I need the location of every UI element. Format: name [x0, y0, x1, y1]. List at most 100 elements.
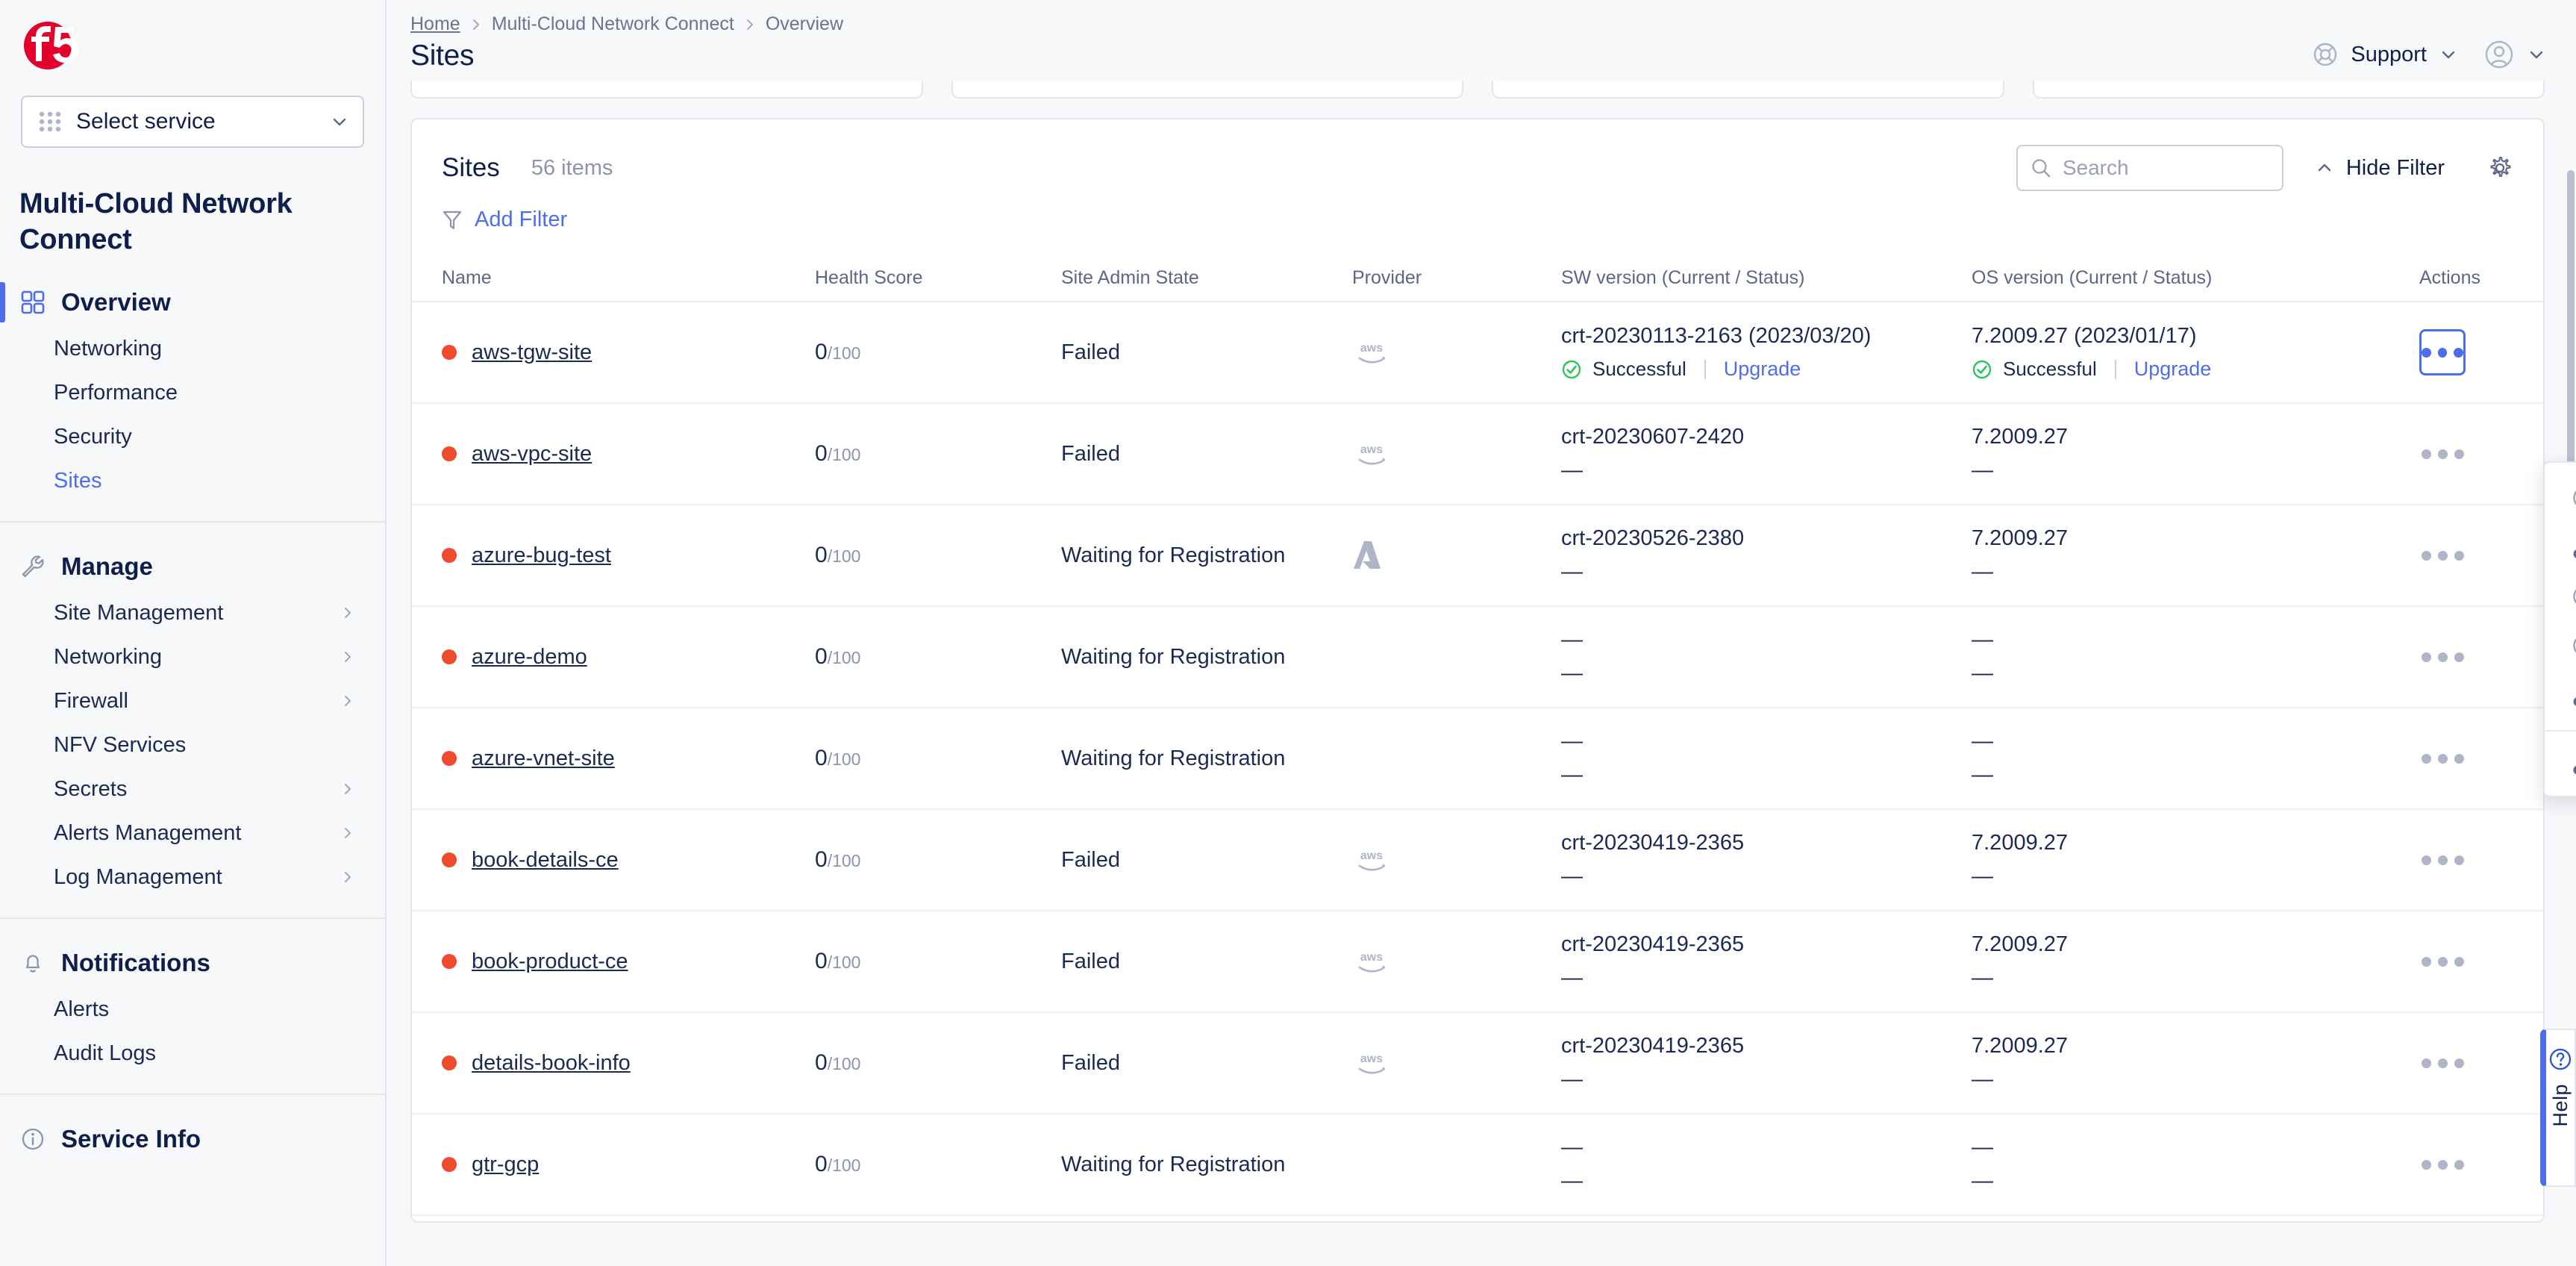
site-name-link[interactable]: book-product-ce	[472, 950, 628, 974]
hide-filter-label: Hide Filter	[2345, 155, 2445, 180]
menu-item-manage configuration[interactable]: Manage Configuration	[2545, 523, 2576, 572]
menu-item-reregister[interactable]: Reregister	[2545, 670, 2576, 720]
site-name-link[interactable]: details-book-info	[472, 1051, 631, 1076]
support-label: Support	[2351, 42, 2427, 66]
os-version: 7.2009.27	[1972, 1034, 2069, 1058]
menu-item-show status[interactable]: Show Status	[2545, 473, 2576, 523]
table-row[interactable]: azure-vnet-site 0/100 Waiting for Regist…	[412, 708, 2543, 810]
row-actions-button[interactable]	[2419, 735, 2466, 782]
sw-status-row: —	[1561, 763, 1972, 788]
os-status-row: —	[1972, 1067, 2419, 1092]
row-actions-button[interactable]	[2419, 431, 2466, 477]
status-card[interactable]: Minor	[951, 81, 1463, 99]
table-row[interactable]: azure-bug-test 0/100 Waiting for Registr…	[412, 505, 2543, 607]
status-card[interactable]	[1492, 81, 2004, 99]
os-upgrade-link[interactable]: Upgrade	[2134, 358, 2212, 381]
sw-status-text: —	[1561, 864, 1583, 888]
breadcrumb: Home Multi-Cloud Network Connect Overview	[410, 13, 2312, 35]
sidebar-section-label: Manage	[61, 552, 153, 580]
row-actions-button[interactable]	[2419, 938, 2466, 985]
table-row[interactable]: details-book-info 0/100 Failed aws crt-2…	[412, 1013, 2543, 1114]
sidebar-item-alerts[interactable]: Alerts	[0, 988, 385, 1032]
sidebar-item-audit logs[interactable]: Audit Logs	[0, 1032, 385, 1076]
add-filter-button[interactable]: Add Filter	[475, 208, 567, 232]
sidebar-item-site management[interactable]: Site Management	[0, 591, 385, 635]
sidebar-item-sites[interactable]: Sites	[0, 459, 385, 503]
sidebar-item-log management[interactable]: Log Management	[0, 855, 385, 899]
sidebar-item-performance[interactable]: Performance	[0, 371, 385, 415]
aws-logo-icon: aws	[1358, 849, 1386, 871]
sidebar-item-security[interactable]: Security	[0, 415, 385, 459]
sidebar-item-alerts management[interactable]: Alerts Management	[0, 811, 385, 855]
sw-status-text: —	[1561, 458, 1583, 482]
menu-divider	[2545, 730, 2576, 732]
sidebar-section-notifications[interactable]: Notifications	[0, 938, 385, 988]
f5-logo-icon[interactable]	[21, 19, 90, 75]
row-actions-button[interactable]	[2419, 532, 2466, 579]
site-name-link[interactable]: aws-vpc-site	[472, 442, 592, 467]
os-version: —	[1972, 628, 1993, 652]
breadcrumb-item[interactable]: Multi-Cloud Network Connect	[492, 13, 734, 35]
site-name-link[interactable]: azure-bug-test	[472, 543, 611, 568]
row-actions-button[interactable]	[2419, 1141, 2466, 1188]
trash-lock-icon	[2573, 758, 2576, 775]
breadcrumb-item[interactable]: Overview	[766, 13, 843, 35]
sidebar-item-networking[interactable]: Networking	[0, 635, 385, 679]
table-row[interactable]: azure-demo 0/100 Waiting for Registratio…	[412, 607, 2543, 708]
sw-status-row: —	[1561, 458, 1972, 483]
sidebar-section-manage[interactable]: Manage	[0, 542, 385, 591]
table-row[interactable]: book-product-ce 0/100 Failed aws crt-202…	[412, 911, 2543, 1013]
aws-logo-icon: aws	[1358, 342, 1386, 364]
status-card[interactable]	[2032, 81, 2545, 99]
sw-version-cell: — —	[1561, 628, 1972, 686]
support-button[interactable]: Support	[2312, 41, 2458, 68]
sidebar-item-secrets[interactable]: Secrets	[0, 767, 385, 811]
menu-item-sw upgrade[interactable]: SW Upgrade	[2545, 572, 2576, 621]
menu-item-delete[interactable]: Delete	[2545, 739, 2576, 788]
site-name-link[interactable]: azure-demo	[472, 645, 587, 670]
info-circle-icon	[22, 1128, 44, 1150]
row-actions-button[interactable]	[2419, 1040, 2466, 1086]
search-input[interactable]: Search	[2016, 145, 2283, 191]
help-tab[interactable]: Help	[2540, 1029, 2576, 1187]
row-actions-button[interactable]	[2419, 329, 2466, 375]
row-actions-button[interactable]	[2419, 837, 2466, 883]
table-row[interactable]: aws-tgw-site 0/100 Failed aws crt-202301…	[412, 302, 2543, 404]
site-name-cell: book-product-ce	[442, 950, 815, 974]
account-button[interactable]	[2483, 39, 2546, 70]
gear-icon[interactable]	[2486, 155, 2513, 181]
site-admin-state-cell: Waiting for Registration	[1061, 1152, 1286, 1176]
sidebar-section-label: Service Info	[61, 1124, 201, 1153]
status-card[interactable]: Healthy Site (Health > 95)	[410, 81, 923, 99]
sw-version: crt-20230419-2365	[1561, 831, 1745, 855]
pencil-lock-icon	[2573, 549, 2576, 558]
chevron-right-icon	[345, 872, 351, 883]
health-score-denominator: /100	[827, 749, 861, 769]
sidebar-nav: Overview Networking Performance Security…	[0, 258, 385, 1182]
sidebar-section-service info[interactable]: Service Info	[0, 1114, 385, 1164]
site-name-link[interactable]: aws-tgw-site	[472, 340, 592, 365]
sidebar-item-networking[interactable]: Networking	[0, 327, 385, 371]
menu-item-os upgrade[interactable]: OS Upgrade	[2545, 621, 2576, 670]
breadcrumb-item[interactable]: Home	[410, 13, 460, 35]
table-column-header: Actions	[2419, 266, 2480, 288]
os-version: 7.2009.27	[1972, 425, 2069, 449]
hide-filter-button[interactable]: Hide Filter	[2315, 156, 2445, 181]
actions-cell	[2419, 532, 2513, 579]
table-row[interactable]: aws-vpc-site 0/100 Failed aws crt-202306…	[412, 404, 2543, 505]
health-score-denominator: /100	[827, 1054, 861, 1073]
site-name-link[interactable]: gtr-gcp	[472, 1153, 539, 1177]
os-status-text: —	[1972, 458, 1993, 482]
service-selector[interactable]: Select service	[21, 96, 364, 148]
sw-upgrade-link[interactable]: Upgrade	[1724, 358, 1801, 381]
sidebar-section-overview[interactable]: Overview	[0, 278, 385, 327]
os-version: —	[1972, 729, 1993, 753]
sidebar-item-nfv services[interactable]: NFV Services	[0, 723, 385, 767]
site-name-link[interactable]: book-details-ce	[472, 848, 619, 873]
row-actions-button[interactable]	[2419, 634, 2466, 680]
sw-version-cell: crt-20230419-2365 —	[1561, 1034, 1972, 1092]
table-row[interactable]: gtr-gcp 0/100 Waiting for Registration —…	[412, 1114, 2543, 1216]
table-row[interactable]: book-details-ce 0/100 Failed aws crt-202…	[412, 810, 2543, 911]
site-name-link[interactable]: azure-vnet-site	[472, 746, 615, 771]
sidebar-item-firewall[interactable]: Firewall	[0, 679, 385, 723]
